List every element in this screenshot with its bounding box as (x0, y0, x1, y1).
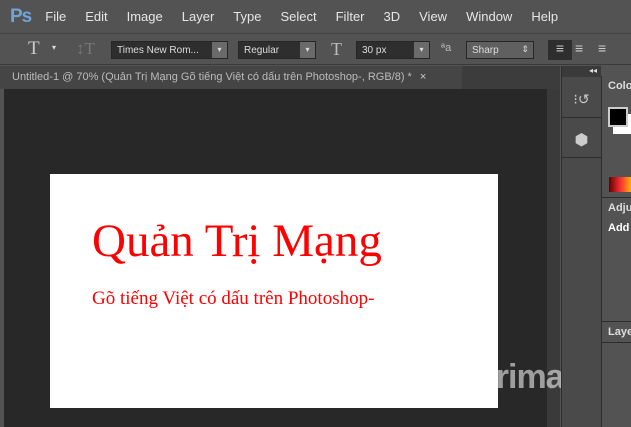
type-tool-icon[interactable]: T (28, 38, 40, 60)
text-orientation-icon[interactable]: ↕T (76, 39, 95, 59)
font-size-select[interactable]: 30 px ▾ (356, 41, 430, 59)
menu-select[interactable]: Select (280, 9, 316, 24)
updown-icon: ⇕ (521, 44, 529, 54)
foreground-color-swatch[interactable] (608, 107, 628, 127)
font-family-select[interactable]: Times New Rom... ▾ (111, 41, 228, 59)
heading-text-layer[interactable]: Quản Trị Mạng (92, 214, 382, 268)
layers-panel-title[interactable]: Laye (602, 322, 631, 343)
panel-dock-icons: ◂◂ ⁝↺ ⬢ (561, 66, 601, 427)
options-bar: T ▾ ↕T Times New Rom... ▾ Regular ▾ T 30 p… (0, 33, 631, 65)
color-panel: Colo (602, 76, 631, 198)
color-ramp[interactable] (609, 177, 631, 192)
color-panel-title[interactable]: Colo (602, 76, 631, 96)
font-style-select[interactable]: Regular ▾ (238, 41, 316, 59)
antialias-icon: ªa (441, 42, 452, 54)
3d-panel-icon[interactable]: ⬢ (562, 118, 601, 158)
adjustments-panel-title[interactable]: Adju (602, 198, 631, 218)
menu-image[interactable]: Image (127, 9, 163, 24)
adjustments-panel: Adju Add (602, 198, 631, 322)
document-tab[interactable]: Untitled-1 @ 70% (Quản Trị Mạng Gõ tiếng… (0, 66, 462, 89)
menu-view[interactable]: View (419, 9, 447, 24)
chevron-down-icon: ▾ (212, 42, 227, 58)
font-style-value: Regular (244, 45, 280, 56)
menu-3d[interactable]: 3D (384, 9, 401, 24)
font-family-value: Times New Rom... (117, 45, 199, 56)
ps-logo: Ps (10, 5, 32, 27)
menu-file[interactable]: File (45, 9, 66, 24)
tool-preset-chevron-icon[interactable]: ▾ (52, 43, 56, 52)
menu-layer[interactable]: Layer (182, 9, 215, 24)
antialias-value: Sharp (472, 45, 499, 56)
menu-window[interactable]: Window (466, 9, 512, 24)
close-icon[interactable]: × (420, 71, 426, 83)
subtext-text-layer[interactable]: Gõ tiếng Việt có dấu trên Photoshop- (92, 288, 374, 310)
align-left-button[interactable]: ≡ (548, 40, 572, 60)
align-right-button[interactable]: ≡ (598, 40, 606, 56)
menu-help[interactable]: Help (531, 9, 558, 24)
menu-type[interactable]: Type (233, 9, 261, 24)
font-size-icon: T (331, 39, 342, 59)
collapse-panels-icon[interactable]: ◂◂ (562, 66, 601, 77)
align-center-button[interactable]: ≡ (575, 40, 583, 56)
menu-filter[interactable]: Filter (336, 9, 365, 24)
document-tab-title: Untitled-1 @ 70% (Quản Trị Mạng Gõ tiếng… (12, 71, 412, 83)
font-size-value: 30 px (362, 45, 387, 56)
antialias-select[interactable]: Sharp ⇕ (466, 41, 534, 59)
history-panel-icon[interactable]: ⁝↺ (562, 77, 601, 118)
chevron-down-icon: ▾ (300, 42, 315, 58)
chevron-down-icon: ▾ (414, 42, 429, 58)
menu-edit[interactable]: Edit (85, 9, 107, 24)
panel-column: Colo Adju Add Laye (601, 76, 631, 427)
document-tab-bar: Untitled-1 @ 70% (Quản Trị Mạng Gõ tiếng… (0, 66, 560, 89)
add-adjustment-label: Add (608, 222, 630, 234)
menu-bar: Ps File Edit Image Layer Type Select Fil… (0, 0, 631, 33)
